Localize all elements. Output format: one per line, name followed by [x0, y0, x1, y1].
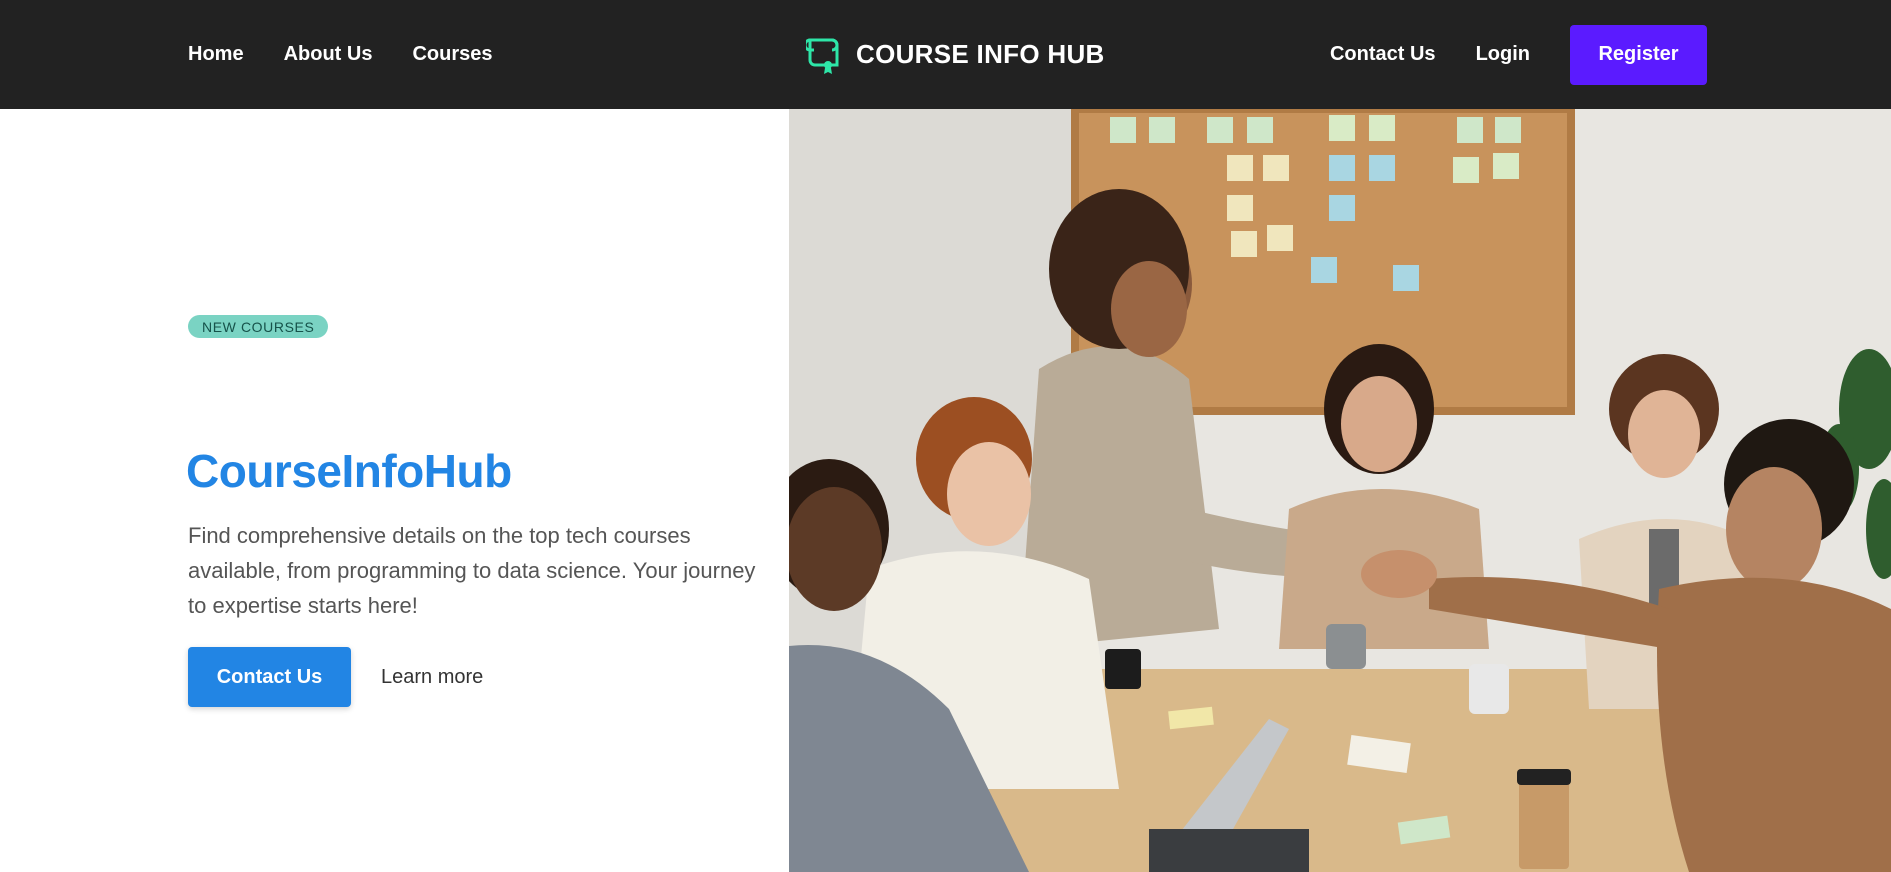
nav-login-link[interactable]: Login — [1476, 43, 1530, 66]
top-navbar: Home About Us Courses COURSE INFO HUB Co… — [0, 0, 1891, 109]
nav-contact-link[interactable]: Contact Us — [1330, 43, 1436, 66]
team-meeting-illustration — [789, 109, 1891, 872]
hero-title: CourseInfoHub — [186, 445, 512, 497]
new-courses-badge: NEW COURSES — [188, 315, 329, 338]
learn-more-link[interactable]: Learn more — [381, 647, 483, 707]
brand-logo-link[interactable]: COURSE INFO HUB — [806, 0, 1105, 109]
hero-description: Find comprehensive details on the top te… — [188, 523, 756, 618]
nav-home-link[interactable]: Home — [188, 43, 244, 66]
nav-about-link[interactable]: About Us — [284, 43, 373, 66]
register-button[interactable]: Register — [1570, 24, 1707, 85]
contact-us-button[interactable]: Contact Us — [188, 647, 351, 707]
hero-team-photo — [789, 109, 1891, 872]
nav-left-group: Home About Us Courses — [188, 0, 493, 109]
nav-courses-link[interactable]: Courses — [412, 43, 492, 66]
nav-right-group: Contact Us Login Register — [1330, 0, 1707, 109]
certificate-icon — [806, 38, 839, 74]
brand-name: COURSE INFO HUB — [856, 39, 1105, 69]
